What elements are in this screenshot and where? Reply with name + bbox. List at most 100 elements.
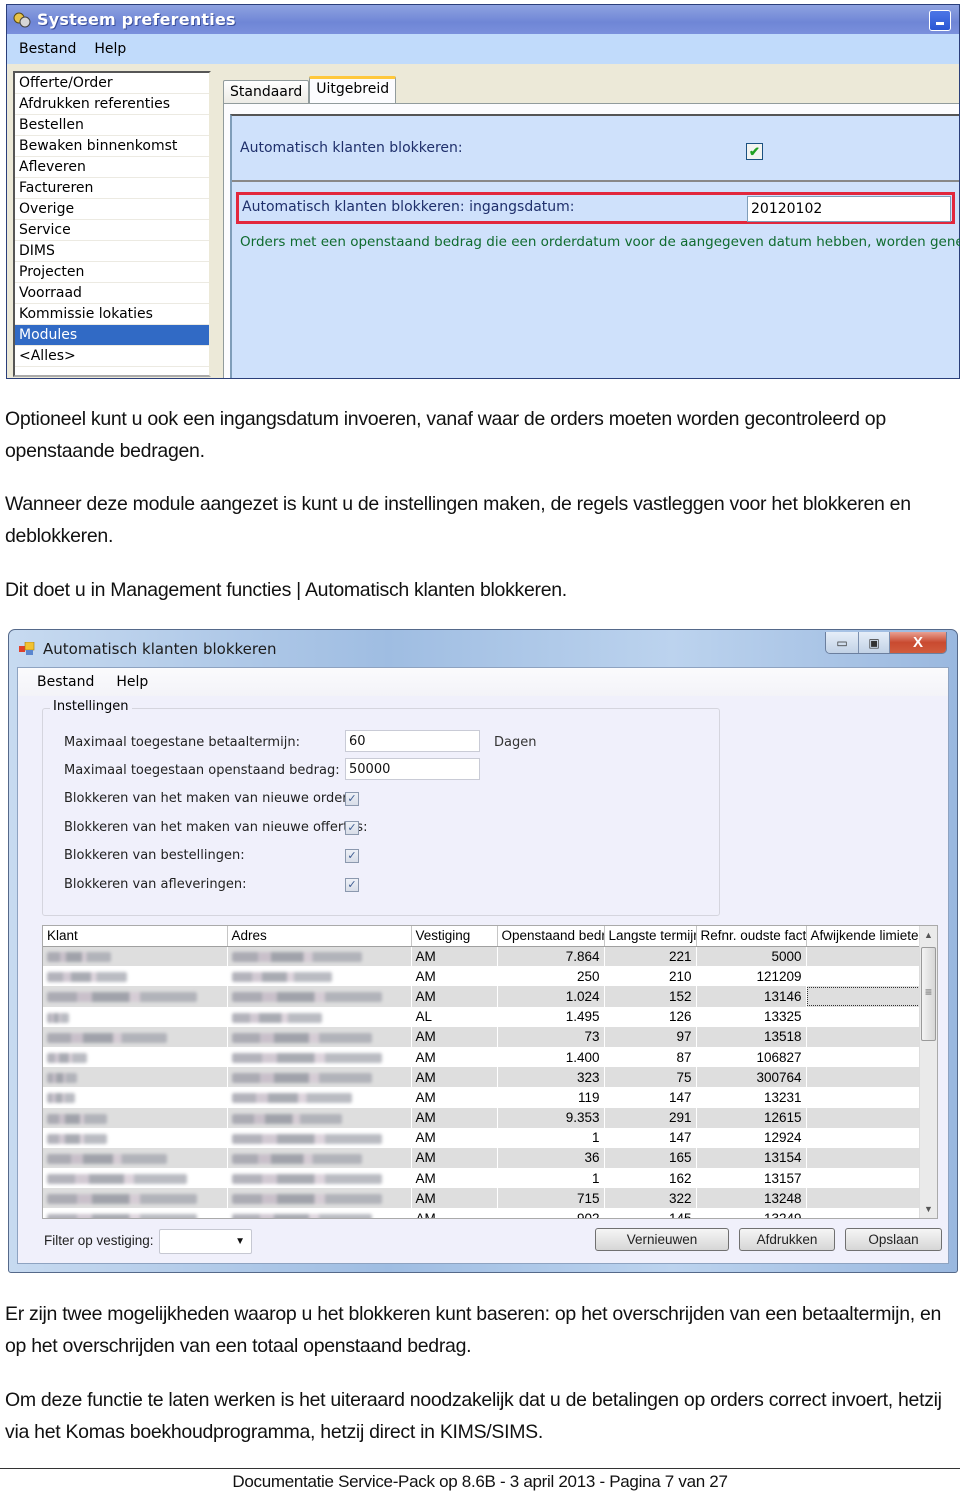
table-row[interactable]: AM 119 147 13231 [43, 1087, 922, 1108]
cell-klant[interactable] [43, 1087, 228, 1108]
cell-refnr[interactable]: 13249 [696, 1208, 807, 1218]
cell-adres[interactable] [227, 1107, 412, 1128]
start-date-input[interactable] [747, 196, 951, 222]
table-row[interactable]: AM 323 75 300764 [43, 1067, 922, 1088]
menu-bestand[interactable]: Bestand [37, 674, 94, 690]
cell-adres[interactable] [227, 1208, 412, 1218]
cell-klant[interactable] [43, 1026, 228, 1047]
table-row[interactable]: AM 36 165 13154 [43, 1147, 922, 1169]
cell-afwijkende-limiet[interactable] [806, 1046, 922, 1068]
max-amount-input[interactable] [345, 758, 480, 780]
table-row[interactable]: AL 1.495 126 13325 [43, 1006, 922, 1027]
category-item[interactable]: Overige [15, 199, 209, 220]
cell-adres[interactable] [227, 986, 412, 1007]
cell-adres[interactable] [227, 1147, 412, 1169]
cell-adres[interactable] [227, 1067, 412, 1088]
menu-help[interactable]: Help [94, 41, 126, 57]
cell-openstaand[interactable]: 1 [497, 1168, 605, 1189]
cell-refnr[interactable]: 5000 [696, 946, 807, 967]
cell-openstaand[interactable]: 1.024 [497, 986, 605, 1007]
minimize-button[interactable]: ▭ [826, 632, 859, 653]
block-purchases-checkbox[interactable]: ✓ [345, 849, 359, 863]
cell-klant[interactable] [43, 1188, 228, 1209]
cell-refnr[interactable]: 12924 [696, 1127, 807, 1148]
cell-afwijkende-limiet[interactable] [806, 946, 922, 967]
cell-afwijkende-limiet[interactable] [806, 1107, 922, 1128]
cell-termijn[interactable]: 291 [604, 1107, 697, 1128]
grid-scrollbar[interactable]: ▲ ▼ [919, 926, 937, 1218]
cell-adres[interactable] [227, 1026, 412, 1047]
cell-afwijkende-limiet[interactable] [806, 1067, 922, 1088]
cell-vestiging[interactable]: AM [411, 1026, 498, 1047]
cell-klant[interactable] [43, 1208, 228, 1218]
cell-vestiging[interactable]: AM [411, 966, 498, 987]
cell-adres[interactable] [227, 1046, 412, 1068]
afdrukken-button[interactable]: Afdrukken [739, 1228, 835, 1251]
cell-openstaand[interactable]: 119 [497, 1087, 605, 1108]
category-item[interactable]: Kommissie lokaties [15, 304, 209, 325]
tab-uitgebreid[interactable]: Uitgebreid [309, 76, 397, 103]
category-item[interactable]: Bestellen [15, 115, 209, 136]
cell-openstaand[interactable]: 36 [497, 1147, 605, 1169]
cell-klant[interactable] [43, 1067, 228, 1088]
category-item[interactable]: <Alles> [15, 346, 209, 367]
table-row[interactable]: AM 9.353 291 12615 [43, 1107, 922, 1128]
table-row[interactable]: AM 73 97 13518 [43, 1026, 922, 1047]
table-row[interactable]: AM 250 210 121209 [43, 966, 922, 987]
col-vestiging[interactable]: Vestiging [411, 926, 498, 947]
cell-refnr[interactable]: 13157 [696, 1168, 807, 1189]
cell-vestiging[interactable]: AM [411, 1127, 498, 1148]
tab-standaard[interactable]: Standaard [223, 80, 310, 103]
auto-block-checkbox[interactable]: ✔ [746, 143, 763, 160]
table-row[interactable]: AM 7.864 221 5000 [43, 946, 922, 967]
cell-afwijkende-limiet[interactable] [806, 1188, 922, 1209]
cell-vestiging[interactable]: AM [411, 1208, 498, 1218]
cell-klant[interactable] [43, 1006, 228, 1027]
vernieuwen-button[interactable]: Vernieuwen [595, 1228, 729, 1251]
cell-termijn[interactable]: 97 [604, 1026, 697, 1047]
minimize-button[interactable] [929, 10, 951, 31]
cell-termijn[interactable]: 87 [604, 1046, 697, 1068]
cell-refnr[interactable]: 13325 [696, 1006, 807, 1027]
category-item[interactable]: Offerte/Order [15, 73, 209, 94]
category-item[interactable]: Factureren [15, 178, 209, 199]
col-afwijkende-limiet[interactable]: Afwijkende limiete [806, 926, 922, 947]
cell-refnr[interactable]: 121209 [696, 966, 807, 987]
cell-adres[interactable] [227, 946, 412, 967]
cell-adres[interactable] [227, 966, 412, 987]
table-row[interactable]: AM 715 322 13248 [43, 1188, 922, 1209]
menu-bestand[interactable]: Bestand [19, 41, 76, 57]
col-termijn[interactable]: Langste termijn [604, 926, 697, 947]
cell-termijn[interactable]: 221 [604, 946, 697, 967]
menu-help[interactable]: Help [116, 674, 148, 690]
category-item[interactable]: Service [15, 220, 209, 241]
cell-openstaand[interactable]: 1.495 [497, 1006, 605, 1027]
cell-termijn[interactable]: 210 [604, 966, 697, 987]
category-item[interactable]: Voorraad [15, 283, 209, 304]
cell-klant[interactable] [43, 1168, 228, 1189]
cell-refnr[interactable]: 13154 [696, 1147, 807, 1169]
cell-adres[interactable] [227, 1127, 412, 1148]
cell-termijn[interactable]: 162 [604, 1168, 697, 1189]
scroll-up-icon[interactable]: ▲ [920, 926, 937, 944]
opslaan-button[interactable]: Opslaan [845, 1228, 942, 1251]
cell-openstaand[interactable]: 1.400 [497, 1046, 605, 1068]
col-adres[interactable]: Adres [227, 926, 412, 947]
category-item[interactable]: Bewaken binnenkomst [15, 136, 209, 157]
block-deliveries-checkbox[interactable]: ✓ [345, 878, 359, 892]
cell-afwijkende-limiet[interactable] [806, 1026, 922, 1047]
col-klant[interactable]: Klant [43, 926, 228, 947]
table-row[interactable]: AM 1.400 87 106827 [43, 1046, 922, 1068]
cell-afwijkende-limiet[interactable] [806, 986, 922, 1007]
cell-afwijkende-limiet[interactable] [806, 1208, 922, 1218]
close-button[interactable]: X [890, 632, 946, 653]
cell-afwijkende-limiet[interactable] [806, 1006, 922, 1027]
category-list[interactable]: Offerte/Order Afdrukken referenties Bestel… [13, 71, 211, 377]
cell-termijn[interactable]: 147 [604, 1127, 697, 1148]
cell-adres[interactable] [227, 1188, 412, 1209]
cell-klant[interactable] [43, 1147, 228, 1169]
cell-afwijkende-limiet[interactable] [806, 1168, 922, 1189]
cell-openstaand[interactable]: 9.353 [497, 1107, 605, 1128]
cell-adres[interactable] [227, 1087, 412, 1108]
cell-adres[interactable] [227, 1168, 412, 1189]
